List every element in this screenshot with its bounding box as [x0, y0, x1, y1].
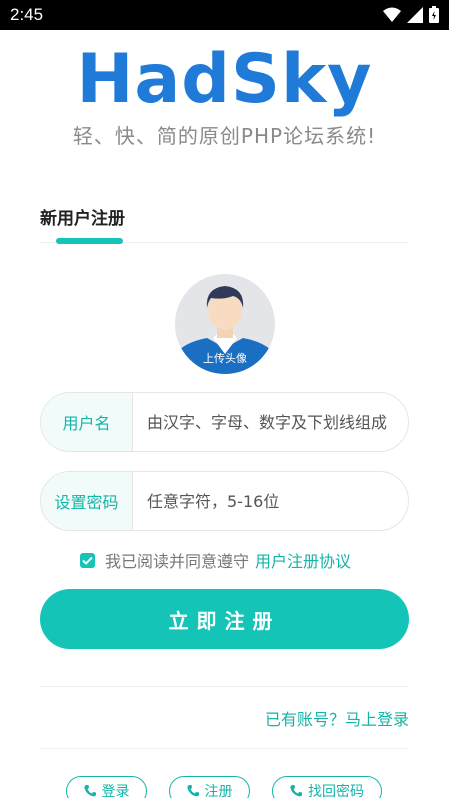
- logo: HadSky 轻、快、简的原创PHP论坛系统!: [0, 40, 449, 150]
- phone-icon: [290, 785, 302, 797]
- phone-icon: [83, 785, 96, 797]
- bottom-link-label: 找回密码: [308, 784, 364, 798]
- username-label: 用户名: [41, 393, 133, 451]
- check-icon: [82, 556, 93, 565]
- bottom-link-login[interactable]: 登录: [66, 776, 147, 798]
- password-field: 设置密码: [40, 471, 409, 531]
- bottom-link-label: 登录: [101, 784, 130, 798]
- password-label: 设置密码: [41, 472, 133, 530]
- agreement-text: 我已阅读并同意遵守: [105, 552, 250, 571]
- status-time: 2:45: [10, 5, 44, 24]
- divider-bottom: [40, 748, 409, 749]
- logo-slogan: 轻、快、简的原创PHP论坛系统!: [72, 124, 377, 148]
- battery-icon: [429, 6, 439, 23]
- tab-register[interactable]: 新用户注册: [40, 204, 125, 229]
- status-bar: 2:45: [0, 0, 449, 30]
- bottom-link-register[interactable]: 注册: [169, 776, 250, 798]
- status-icons: [383, 6, 439, 23]
- bottom-link-label: 注册: [204, 784, 233, 798]
- agreement-row: 我已阅读并同意遵守 用户注册协议: [80, 548, 351, 572]
- tab-active-indicator: [56, 238, 123, 244]
- wifi-icon: [383, 7, 401, 22]
- password-input[interactable]: [133, 472, 408, 530]
- phone-icon: [186, 785, 199, 797]
- bottom-link-recover-password[interactable]: 找回密码: [272, 776, 382, 798]
- username-field: 用户名: [40, 392, 409, 452]
- agreement-checkbox[interactable]: [80, 552, 95, 568]
- username-input[interactable]: [133, 393, 408, 451]
- avatar-upload[interactable]: 上传头像: [175, 274, 275, 374]
- signal-icon: [407, 6, 423, 23]
- avatar-upload-label: 上传头像: [203, 352, 247, 365]
- logo-text: HadSky: [76, 40, 373, 119]
- register-button[interactable]: 立即注册: [40, 589, 409, 649]
- login-link[interactable]: 已有账号？马上登录: [265, 706, 409, 730]
- agreement-link[interactable]: 用户注册协议: [255, 548, 351, 572]
- bottom-links: 登录 注册 找回密码: [0, 776, 449, 798]
- divider-top: [40, 686, 409, 687]
